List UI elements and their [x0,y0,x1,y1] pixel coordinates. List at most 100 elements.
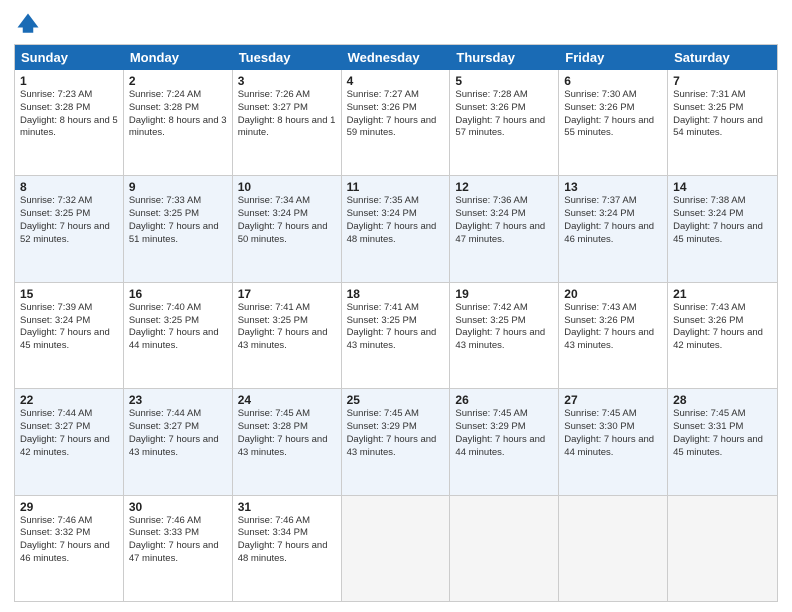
day-number: 11 [347,180,445,194]
day-info: Sunrise: 7:44 AM Sunset: 3:27 PM Dayligh… [20,408,118,459]
day-info: Sunrise: 7:30 AM Sunset: 3:26 PM Dayligh… [564,89,662,140]
day-number: 21 [673,287,772,301]
calendar-cell: 2Sunrise: 7:24 AM Sunset: 3:28 PM Daylig… [124,70,233,175]
day-info: Sunrise: 7:32 AM Sunset: 3:25 PM Dayligh… [20,195,118,246]
calendar-cell [342,496,451,601]
day-info: Sunrise: 7:46 AM Sunset: 3:34 PM Dayligh… [238,515,336,566]
calendar-cell: 20Sunrise: 7:43 AM Sunset: 3:26 PM Dayli… [559,283,668,388]
calendar-row: 1Sunrise: 7:23 AM Sunset: 3:28 PM Daylig… [15,70,777,175]
calendar-cell: 3Sunrise: 7:26 AM Sunset: 3:27 PM Daylig… [233,70,342,175]
day-number: 27 [564,393,662,407]
calendar-cell: 12Sunrise: 7:36 AM Sunset: 3:24 PM Dayli… [450,176,559,281]
calendar-cell: 22Sunrise: 7:44 AM Sunset: 3:27 PM Dayli… [15,389,124,494]
header-day: Wednesday [342,45,451,70]
day-number: 8 [20,180,118,194]
calendar-row: 15Sunrise: 7:39 AM Sunset: 3:24 PM Dayli… [15,282,777,388]
day-info: Sunrise: 7:45 AM Sunset: 3:29 PM Dayligh… [347,408,445,459]
calendar-cell: 10Sunrise: 7:34 AM Sunset: 3:24 PM Dayli… [233,176,342,281]
calendar-cell: 4Sunrise: 7:27 AM Sunset: 3:26 PM Daylig… [342,70,451,175]
logo [14,10,46,38]
day-number: 26 [455,393,553,407]
calendar-cell: 9Sunrise: 7:33 AM Sunset: 3:25 PM Daylig… [124,176,233,281]
day-number: 18 [347,287,445,301]
calendar-cell: 1Sunrise: 7:23 AM Sunset: 3:28 PM Daylig… [15,70,124,175]
day-number: 25 [347,393,445,407]
logo-icon [14,10,42,38]
calendar-cell [559,496,668,601]
day-number: 19 [455,287,553,301]
calendar-cell: 25Sunrise: 7:45 AM Sunset: 3:29 PM Dayli… [342,389,451,494]
day-number: 15 [20,287,118,301]
calendar-cell: 26Sunrise: 7:45 AM Sunset: 3:29 PM Dayli… [450,389,559,494]
calendar-header: SundayMondayTuesdayWednesdayThursdayFrid… [15,45,777,70]
day-info: Sunrise: 7:39 AM Sunset: 3:24 PM Dayligh… [20,302,118,353]
day-info: Sunrise: 7:28 AM Sunset: 3:26 PM Dayligh… [455,89,553,140]
calendar-cell: 13Sunrise: 7:37 AM Sunset: 3:24 PM Dayli… [559,176,668,281]
day-info: Sunrise: 7:23 AM Sunset: 3:28 PM Dayligh… [20,89,118,140]
header-day: Monday [124,45,233,70]
calendar-cell: 11Sunrise: 7:35 AM Sunset: 3:24 PM Dayli… [342,176,451,281]
day-info: Sunrise: 7:35 AM Sunset: 3:24 PM Dayligh… [347,195,445,246]
calendar-cell: 5Sunrise: 7:28 AM Sunset: 3:26 PM Daylig… [450,70,559,175]
day-info: Sunrise: 7:24 AM Sunset: 3:28 PM Dayligh… [129,89,227,140]
day-info: Sunrise: 7:37 AM Sunset: 3:24 PM Dayligh… [564,195,662,246]
day-info: Sunrise: 7:27 AM Sunset: 3:26 PM Dayligh… [347,89,445,140]
day-number: 10 [238,180,336,194]
calendar-row: 22Sunrise: 7:44 AM Sunset: 3:27 PM Dayli… [15,388,777,494]
calendar-cell [668,496,777,601]
header-day: Saturday [668,45,777,70]
header-day: Thursday [450,45,559,70]
day-number: 6 [564,74,662,88]
calendar-cell: 29Sunrise: 7:46 AM Sunset: 3:32 PM Dayli… [15,496,124,601]
day-number: 24 [238,393,336,407]
calendar-row: 29Sunrise: 7:46 AM Sunset: 3:32 PM Dayli… [15,495,777,601]
day-info: Sunrise: 7:45 AM Sunset: 3:28 PM Dayligh… [238,408,336,459]
day-number: 4 [347,74,445,88]
header-day: Sunday [15,45,124,70]
calendar-body: 1Sunrise: 7:23 AM Sunset: 3:28 PM Daylig… [15,70,777,601]
calendar-cell: 30Sunrise: 7:46 AM Sunset: 3:33 PM Dayli… [124,496,233,601]
day-number: 9 [129,180,227,194]
day-info: Sunrise: 7:34 AM Sunset: 3:24 PM Dayligh… [238,195,336,246]
day-number: 17 [238,287,336,301]
day-info: Sunrise: 7:45 AM Sunset: 3:30 PM Dayligh… [564,408,662,459]
day-number: 28 [673,393,772,407]
calendar-row: 8Sunrise: 7:32 AM Sunset: 3:25 PM Daylig… [15,175,777,281]
day-number: 1 [20,74,118,88]
day-info: Sunrise: 7:33 AM Sunset: 3:25 PM Dayligh… [129,195,227,246]
calendar: SundayMondayTuesdayWednesdayThursdayFrid… [14,44,778,602]
calendar-cell: 14Sunrise: 7:38 AM Sunset: 3:24 PM Dayli… [668,176,777,281]
day-info: Sunrise: 7:43 AM Sunset: 3:26 PM Dayligh… [564,302,662,353]
day-number: 30 [129,500,227,514]
day-number: 22 [20,393,118,407]
day-info: Sunrise: 7:31 AM Sunset: 3:25 PM Dayligh… [673,89,772,140]
day-info: Sunrise: 7:41 AM Sunset: 3:25 PM Dayligh… [238,302,336,353]
day-info: Sunrise: 7:46 AM Sunset: 3:32 PM Dayligh… [20,515,118,566]
day-number: 20 [564,287,662,301]
page: SundayMondayTuesdayWednesdayThursdayFrid… [0,0,792,612]
calendar-cell: 23Sunrise: 7:44 AM Sunset: 3:27 PM Dayli… [124,389,233,494]
day-info: Sunrise: 7:46 AM Sunset: 3:33 PM Dayligh… [129,515,227,566]
day-info: Sunrise: 7:36 AM Sunset: 3:24 PM Dayligh… [455,195,553,246]
calendar-cell: 15Sunrise: 7:39 AM Sunset: 3:24 PM Dayli… [15,283,124,388]
day-number: 23 [129,393,227,407]
header-day: Tuesday [233,45,342,70]
day-info: Sunrise: 7:45 AM Sunset: 3:31 PM Dayligh… [673,408,772,459]
calendar-cell: 16Sunrise: 7:40 AM Sunset: 3:25 PM Dayli… [124,283,233,388]
day-number: 14 [673,180,772,194]
day-number: 2 [129,74,227,88]
day-info: Sunrise: 7:45 AM Sunset: 3:29 PM Dayligh… [455,408,553,459]
day-number: 7 [673,74,772,88]
calendar-cell: 17Sunrise: 7:41 AM Sunset: 3:25 PM Dayli… [233,283,342,388]
day-info: Sunrise: 7:44 AM Sunset: 3:27 PM Dayligh… [129,408,227,459]
calendar-cell: 6Sunrise: 7:30 AM Sunset: 3:26 PM Daylig… [559,70,668,175]
day-number: 5 [455,74,553,88]
day-info: Sunrise: 7:41 AM Sunset: 3:25 PM Dayligh… [347,302,445,353]
header [14,10,778,38]
calendar-cell: 21Sunrise: 7:43 AM Sunset: 3:26 PM Dayli… [668,283,777,388]
day-number: 3 [238,74,336,88]
day-info: Sunrise: 7:38 AM Sunset: 3:24 PM Dayligh… [673,195,772,246]
day-number: 12 [455,180,553,194]
calendar-cell [450,496,559,601]
calendar-cell: 24Sunrise: 7:45 AM Sunset: 3:28 PM Dayli… [233,389,342,494]
